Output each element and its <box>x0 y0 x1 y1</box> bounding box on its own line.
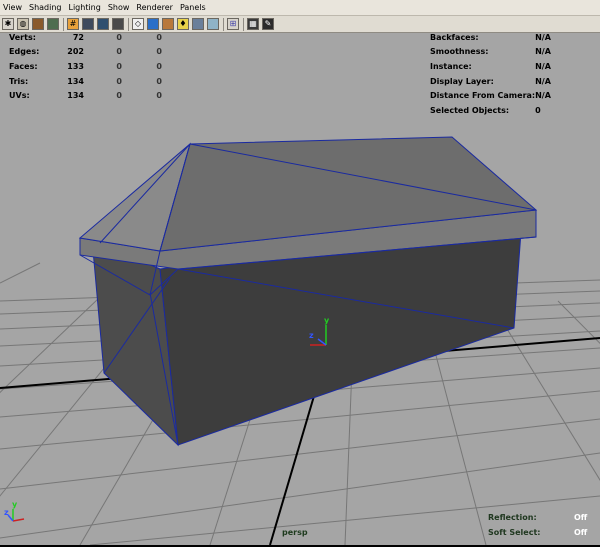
view-axis-z-label: z <box>4 508 9 517</box>
hud-value: N/A <box>535 61 551 71</box>
hud-value: N/A <box>535 76 551 86</box>
hud-value: 202 <box>67 47 84 57</box>
toolbar-separator <box>243 17 244 31</box>
toolbar-separator <box>223 17 224 31</box>
hud-row-edges: Edges: 202 0 0 <box>9 45 162 60</box>
smooth-shade-icon[interactable] <box>147 18 159 30</box>
hud-label: Backfaces: <box>430 33 479 42</box>
hud-value: 134 <box>67 76 84 86</box>
select-camera-icon[interactable]: ✱ <box>2 18 14 30</box>
hud-row-instance: Instance: N/A <box>430 59 551 74</box>
image-plane-icon[interactable] <box>47 18 59 30</box>
menu-show[interactable]: Show <box>105 0 134 15</box>
menu-panels[interactable]: Panels <box>177 0 210 15</box>
hud-row-tris: Tris: 134 0 0 <box>9 74 162 89</box>
hud-row-backfaces: Backfaces: N/A <box>430 33 551 45</box>
hud-value: 0 <box>116 33 122 42</box>
hud-value: 72 <box>72 33 84 42</box>
hud-value: N/A <box>535 91 551 101</box>
hud-label: Distance From Camera: <box>430 91 536 101</box>
soft-select-value: Off <box>574 528 588 537</box>
manipulator-z-label: z <box>309 331 314 340</box>
wireframe-icon[interactable]: ◇ <box>132 18 144 30</box>
house-mesh <box>78 136 538 447</box>
bookmark-icon[interactable] <box>32 18 44 30</box>
hud-row-verts: Verts: 72 0 0 <box>9 33 162 45</box>
hud-row-smoothness: Smoothness: N/A <box>430 45 551 60</box>
xray-icon[interactable] <box>207 18 219 30</box>
hud-value: 134 <box>67 91 84 101</box>
hud-row-uvs: UVs: 134 0 0 <box>9 88 162 103</box>
hud-value: 0 <box>116 76 122 86</box>
menu-renderer[interactable]: Renderer <box>133 0 177 15</box>
hud-label: UVs: <box>9 91 30 101</box>
high-quality-icon[interactable]: ▦ <box>247 18 259 30</box>
isolate-icon[interactable]: ⊞ <box>227 18 239 30</box>
safe-action-icon[interactable] <box>112 18 124 30</box>
camera-name-label: persp <box>282 528 308 537</box>
hud-row-faces: Faces: 133 0 0 <box>9 59 162 74</box>
view-axis-y-label: y <box>12 500 18 509</box>
hud-value: 0 <box>156 61 162 71</box>
menu-view[interactable]: View <box>0 0 26 15</box>
hud-value: 0 <box>535 105 541 115</box>
grid-icon[interactable]: # <box>67 18 79 30</box>
hud-label: Selected Objects: <box>430 105 510 115</box>
panel-menu-bar: View Shading Lighting Show Renderer Pane… <box>0 0 600 16</box>
hud-value: N/A <box>535 33 551 42</box>
hud-value: 0 <box>156 33 162 42</box>
hud-label: Tris: <box>9 76 29 86</box>
reflection-value: Off <box>574 513 588 522</box>
hud-label: Instance: <box>430 61 472 71</box>
panel-toolbar: ✱ ◍ # ◇ ♦ ⊞ ▦ ✎ <box>0 16 600 33</box>
maya-viewport-panel: View Shading Lighting Show Renderer Pane… <box>0 0 600 547</box>
lights-icon[interactable]: ♦ <box>177 18 189 30</box>
resolution-gate-icon[interactable] <box>97 18 109 30</box>
hud-value: N/A <box>535 47 551 57</box>
use-lights-icon[interactable]: ✎ <box>262 18 274 30</box>
hud-row-selected-objects: Selected Objects: 0 <box>430 103 551 118</box>
hud-value: 0 <box>116 47 122 57</box>
perspective-viewport[interactable]: y z y z Verts: 72 0 0 Edges: 202 0 0 Fac… <box>0 33 600 545</box>
toolbar-separator <box>63 17 64 31</box>
soft-select-label: Soft Select: <box>488 528 541 537</box>
film-gate-icon[interactable] <box>82 18 94 30</box>
hud-label: Smoothness: <box>430 47 489 57</box>
camera-attributes-icon[interactable]: ◍ <box>17 18 29 30</box>
hud-label: Display Layer: <box>430 76 494 86</box>
toolbar-separator <box>128 17 129 31</box>
hud-value: 0 <box>116 91 122 101</box>
textured-icon[interactable] <box>162 18 174 30</box>
hud-label: Edges: <box>9 47 40 57</box>
reflection-label: Reflection: <box>488 513 537 522</box>
hud-value: 0 <box>116 61 122 71</box>
hud-label: Faces: <box>9 61 38 71</box>
hud-value: 0 <box>156 76 162 86</box>
poly-count-hud: Verts: 72 0 0 Edges: 202 0 0 Faces: 133 … <box>9 33 162 103</box>
view-axis-indicator <box>7 509 25 522</box>
hud-row-distance: Distance From Camera: N/A <box>430 88 551 103</box>
hud-value: 133 <box>67 61 84 71</box>
manipulator-y-label: y <box>324 316 330 325</box>
hud-label: Verts: <box>9 33 36 42</box>
hud-value: 0 <box>156 91 162 101</box>
menu-lighting[interactable]: Lighting <box>65 0 104 15</box>
menu-shading[interactable]: Shading <box>26 0 66 15</box>
shadows-icon[interactable] <box>192 18 204 30</box>
hud-row-display-layer: Display Layer: N/A <box>430 74 551 89</box>
hud-value: 0 <box>156 47 162 57</box>
object-details-hud: Backfaces: N/A Smoothness: N/A Instance:… <box>430 33 551 118</box>
